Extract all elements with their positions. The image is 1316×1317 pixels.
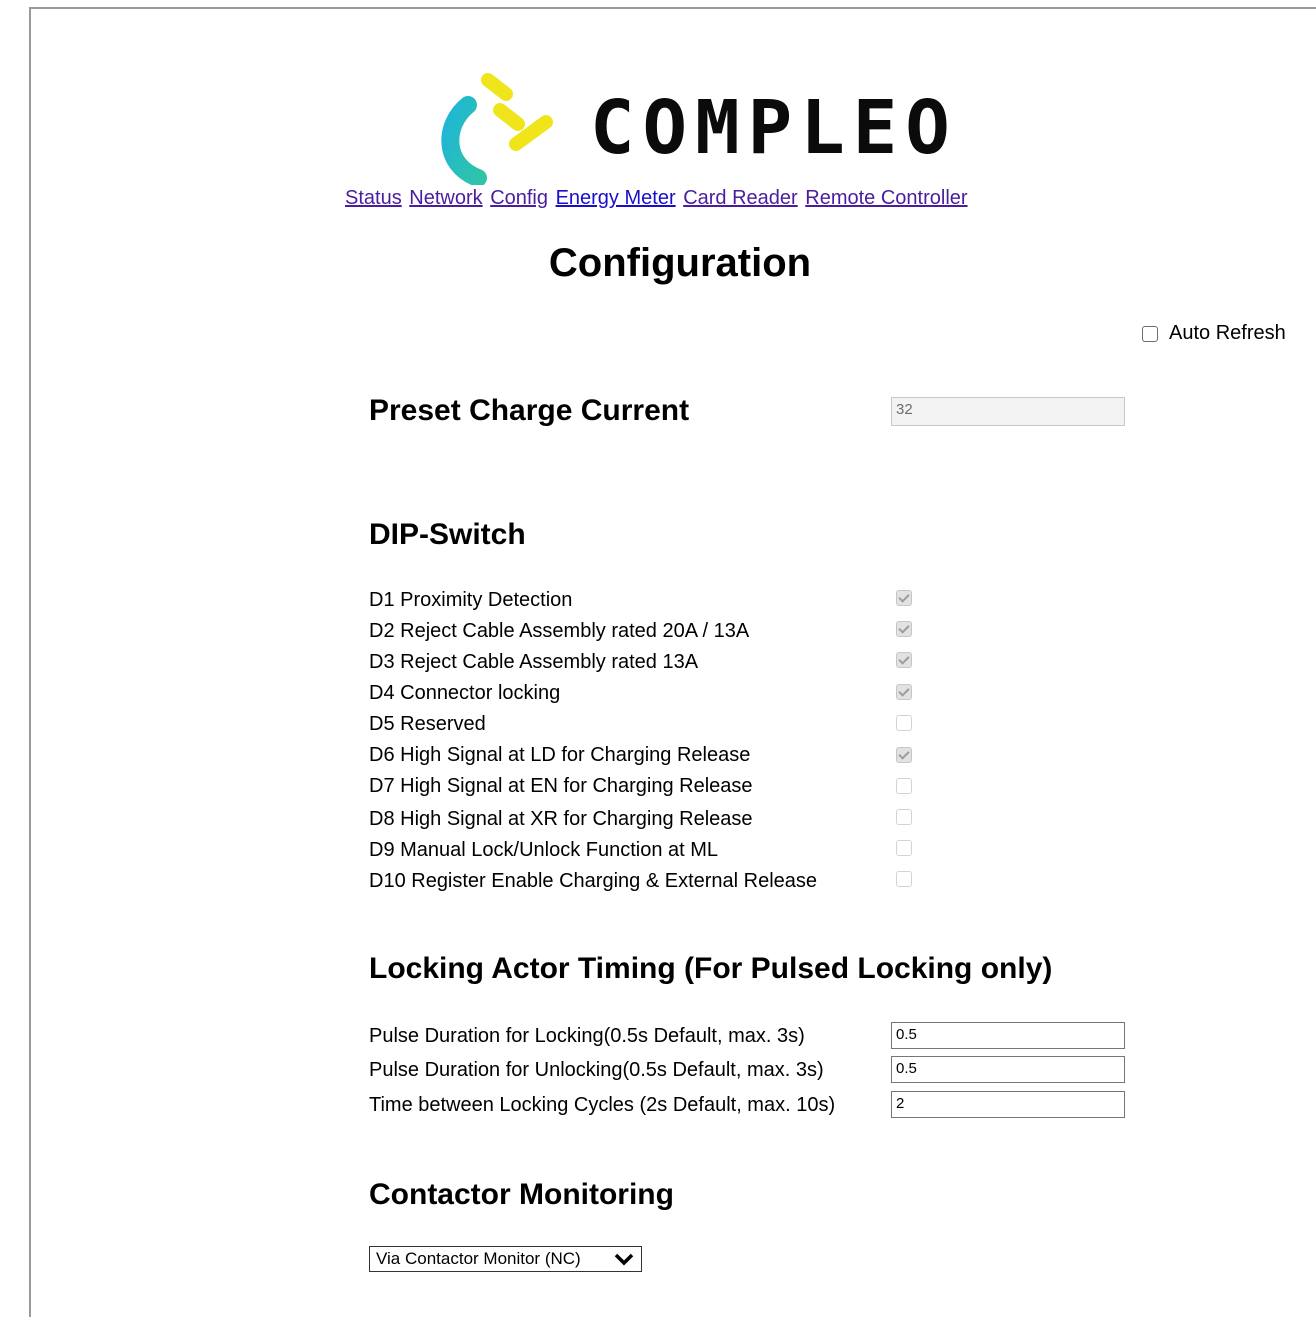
contactor-monitoring-value: Via Contactor Monitor (NC) (376, 1249, 581, 1268)
dip-switch-checkbox[interactable] (896, 809, 912, 825)
nav-energy-meter[interactable]: Energy Meter (556, 187, 676, 209)
locking-cycles-input[interactable]: 2 (891, 1091, 1125, 1118)
pulse-unlocking-label: Pulse Duration for Unlocking(0.5s Defaul… (369, 1059, 824, 1081)
dip-switch-checkbox[interactable] (896, 840, 912, 856)
dip-switch-checkbox[interactable] (896, 590, 912, 606)
pulse-locking-label: Pulse Duration for Locking(0.5s Default,… (369, 1025, 805, 1047)
dip-switch-checkbox[interactable] (896, 684, 912, 700)
pulse-unlocking-input[interactable]: 0.5 (891, 1056, 1125, 1083)
preset-charge-heading: Preset Charge Current (369, 394, 690, 427)
dip-switch-checkbox[interactable] (896, 778, 912, 794)
nav-status[interactable]: Status (345, 187, 402, 209)
auto-refresh-checkbox[interactable] (1142, 325, 1158, 342)
auto-refresh-toggle[interactable]: Auto Refresh (1142, 322, 1286, 345)
dip-switch-label: D2 Reject Cable Assembly rated 20A / 13A (369, 620, 750, 642)
dip-switch-label: D7 High Signal at EN for Charging Releas… (369, 775, 753, 797)
dip-switch-label: D8 High Signal at XR for Charging Releas… (369, 808, 753, 830)
brand-wordmark: COMPLEO (590, 85, 958, 171)
nav-network[interactable]: Network (409, 187, 482, 209)
contactor-monitoring-select[interactable]: Via Contactor Monitor (NC) (369, 1246, 642, 1272)
dip-switch-label: D3 Reject Cable Assembly rated 13A (369, 651, 699, 673)
page-title: Configuration (548, 241, 812, 285)
dip-switch-checkbox[interactable] (896, 715, 912, 731)
locking-timing-heading: Locking Actor Timing (For Pulsed Locking… (369, 952, 1053, 985)
pulse-locking-input[interactable]: 0.5 (891, 1022, 1125, 1049)
preset-charge-input[interactable]: 32 (891, 397, 1125, 426)
dip-switch-checkbox[interactable] (896, 747, 912, 763)
nav-remote-controller[interactable]: Remote Controller (805, 187, 967, 209)
dip-switch-label: D1 Proximity Detection (369, 589, 573, 611)
dip-switch-checkbox[interactable] (896, 871, 912, 887)
locking-cycles-label: Time between Locking Cycles (2s Default,… (369, 1094, 836, 1116)
dip-switch-checkbox[interactable] (896, 621, 912, 637)
dip-switch-heading: DIP-Switch (369, 518, 526, 551)
auto-refresh-label: Auto Refresh (1169, 322, 1286, 344)
dip-switch-label: D6 High Signal at LD for Charging Releas… (369, 744, 751, 766)
contactor-monitoring-heading: Contactor Monitoring (369, 1178, 674, 1211)
dip-switch-label: D10 Register Enable Charging & External … (369, 870, 818, 892)
dip-switch-checkbox[interactable] (896, 652, 912, 668)
nav-config[interactable]: Config (490, 187, 548, 209)
nav-card-reader[interactable]: Card Reader (683, 187, 798, 209)
chevron-down-icon (614, 1253, 634, 1266)
dip-switch-label: D9 Manual Lock/Unlock Function at ML (369, 839, 719, 861)
dip-switch-label: D5 Reserved (369, 713, 486, 735)
dip-switch-label: D4 Connector locking (369, 682, 561, 704)
top-nav: Status Network Config Energy Meter Card … (345, 186, 970, 210)
